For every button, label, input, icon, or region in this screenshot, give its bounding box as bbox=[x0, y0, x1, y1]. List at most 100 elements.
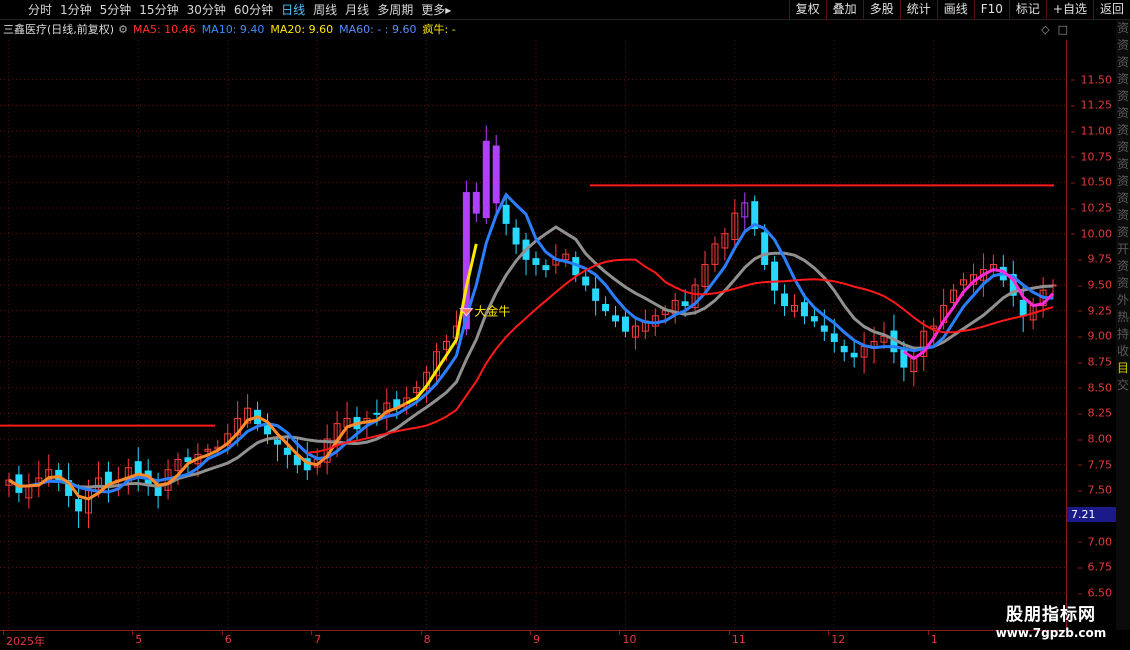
y-tick-label: 9.50 bbox=[1077, 278, 1112, 292]
toolbar-button-6[interactable]: 标记 bbox=[1008, 0, 1046, 20]
candle-body bbox=[482, 140, 490, 219]
candle-body bbox=[781, 293, 789, 307]
side-strip-char: 资 bbox=[1116, 55, 1129, 69]
side-strip-char: 资 bbox=[1116, 157, 1129, 171]
candle-body bbox=[373, 412, 381, 415]
toolbar-button-1[interactable]: 叠加 bbox=[825, 0, 863, 20]
toolbar-button-7[interactable]: +自选 bbox=[1045, 0, 1093, 20]
y-tick-label: 6.50 bbox=[1077, 586, 1112, 600]
candle-body bbox=[681, 301, 689, 307]
y-tick-label: 8.00 bbox=[1077, 432, 1112, 446]
period-tab-8[interactable]: 月线 bbox=[341, 0, 373, 20]
period-tab-10[interactable]: 更多▸ bbox=[417, 0, 455, 20]
site-watermark: 股朋指标网 www.7gpzb.com bbox=[986, 600, 1116, 640]
y-tick-label: 10.50 bbox=[1070, 175, 1112, 189]
candle-body bbox=[532, 258, 540, 265]
side-strip-char: 收 bbox=[1116, 344, 1129, 358]
side-strip-char: 资 bbox=[1116, 140, 1129, 154]
settings-gear-icon[interactable]: ⚙ bbox=[118, 23, 128, 36]
candle-body bbox=[602, 303, 610, 312]
y-tick-label: 9.75 bbox=[1077, 252, 1112, 266]
candle-body bbox=[621, 316, 629, 332]
period-tab-7[interactable]: 周线 bbox=[309, 0, 341, 20]
period-tab-9[interactable]: 多周期 bbox=[373, 0, 417, 20]
x-tick-label: 2025年 bbox=[2, 630, 45, 648]
stock-title[interactable]: 三鑫医疗(日线,前复权) bbox=[0, 21, 114, 37]
watermark-url: www.7gpzb.com bbox=[995, 626, 1107, 640]
window-icon[interactable]: □ bbox=[1058, 23, 1068, 36]
candle-body bbox=[273, 439, 281, 445]
y-tick-label: 9.00 bbox=[1077, 329, 1112, 343]
x-tick-label: 5 bbox=[132, 630, 143, 646]
period-tab-6[interactable]: 日线 bbox=[277, 0, 309, 20]
toolbar-button-3[interactable]: 统计 bbox=[899, 0, 937, 20]
side-strip-char: 热 bbox=[1116, 310, 1129, 324]
indicator-value-3: MA60: - : 9.60 bbox=[339, 22, 417, 36]
candle-body bbox=[1019, 299, 1027, 317]
x-tick-label: 1 bbox=[927, 630, 938, 646]
side-strip-char: 交 bbox=[1116, 378, 1129, 392]
side-strip-char: 外 bbox=[1116, 293, 1129, 307]
y-tick-label: 6.75 bbox=[1077, 560, 1112, 574]
indicator-value-2: MA20: 9.60 bbox=[270, 22, 334, 36]
diamond-icon[interactable]: ◇ bbox=[1041, 23, 1049, 36]
candle-body bbox=[502, 204, 510, 224]
x-tick-label: 8 bbox=[420, 630, 431, 646]
side-strip-char: 持 bbox=[1116, 327, 1129, 341]
price-axis: 6.506.757.007.257.507.758.008.258.508.75… bbox=[1066, 40, 1116, 630]
y-tick-label: 7.75 bbox=[1077, 458, 1112, 472]
x-tick-label: 6 bbox=[221, 630, 232, 646]
side-strip-char: 资 bbox=[1116, 208, 1129, 222]
period-tab-0[interactable]: 分时 bbox=[24, 0, 56, 20]
candle-body bbox=[810, 316, 818, 322]
period-tab-3[interactable]: 15分钟 bbox=[135, 0, 182, 20]
period-tab-4[interactable]: 30分钟 bbox=[183, 0, 230, 20]
period-tabs: 分时 1分钟 5分钟 15分钟 30分钟 60分钟 日线 周线 月线 多周期 更多▸ bbox=[24, 0, 455, 20]
y-tick-label: 7.50 bbox=[1077, 483, 1112, 497]
side-strip-char: 资 bbox=[1116, 123, 1129, 137]
candle-body bbox=[492, 145, 500, 204]
candle-body bbox=[542, 265, 550, 271]
indicator-value-1: MA10: 9.40 bbox=[201, 22, 265, 36]
toolbar-button-8[interactable]: 返回 bbox=[1092, 0, 1130, 20]
toolbar-button-5[interactable]: F10 bbox=[973, 0, 1009, 20]
y-tick-label: 10.25 bbox=[1070, 201, 1112, 215]
indicator-bar: 三鑫医疗(日线,前复权) ⚙ MA5: 10.46 MA10: 9.40 MA20:… bbox=[0, 20, 1130, 38]
y-tick-label: 7.00 bbox=[1077, 535, 1112, 549]
candlestick-chart[interactable]: 大金牛 bbox=[0, 40, 1066, 630]
toolbar-button-2[interactable]: 多股 bbox=[862, 0, 900, 20]
indicator-value-0: MA5: 10.46 bbox=[132, 22, 196, 36]
candle-body bbox=[800, 302, 808, 317]
toolbar-buttons: 复权 叠加 多股 统计 画线 F10 标记 +自选 返回 bbox=[788, 0, 1130, 20]
side-strip-char: 开 bbox=[1116, 242, 1129, 256]
side-info-strip[interactable]: 资资资资资资资资资资资资资开资资外热持收目交 bbox=[1116, 20, 1130, 630]
x-tick-label: 10 bbox=[619, 630, 637, 646]
y-tick-label: 11.00 bbox=[1070, 124, 1112, 138]
period-toolbar: 分时 1分钟 5分钟 15分钟 30分钟 60分钟 日线 周线 月线 多周期 更多▸ 复权 叠加 多股统… bbox=[0, 0, 1130, 20]
y-tick-label: 11.50 bbox=[1070, 73, 1112, 87]
candle-body bbox=[612, 315, 620, 322]
y-tick-label: 9.25 bbox=[1077, 304, 1112, 318]
period-tab-2[interactable]: 5分钟 bbox=[96, 0, 136, 20]
candle-body bbox=[75, 499, 83, 512]
y-tick-label: 10.75 bbox=[1070, 150, 1112, 164]
watermark-title: 股朋指标网 bbox=[1006, 605, 1096, 625]
period-tab-1[interactable]: 1分钟 bbox=[56, 0, 96, 20]
y-tick-label: 8.25 bbox=[1077, 406, 1112, 420]
candle-body bbox=[582, 276, 590, 286]
toolbar-button-4[interactable]: 画线 bbox=[936, 0, 974, 20]
candle-body bbox=[512, 227, 520, 245]
current-price-tag: 7.21 bbox=[1067, 507, 1116, 522]
side-strip-char: 资 bbox=[1116, 89, 1129, 103]
x-tick-label: 7 bbox=[311, 630, 322, 646]
ma-red-line bbox=[307, 258, 1054, 454]
y-tick-label: 8.50 bbox=[1077, 381, 1112, 395]
candle-body bbox=[900, 347, 908, 368]
toolbar-button-0[interactable]: 复权 bbox=[788, 0, 826, 20]
candle-body bbox=[771, 261, 779, 291]
period-tab-5[interactable]: 60分钟 bbox=[230, 0, 277, 20]
y-tick-label: 10.00 bbox=[1070, 227, 1112, 241]
side-strip-char: 资 bbox=[1116, 191, 1129, 205]
candle-body bbox=[840, 345, 848, 353]
y-tick-label: 11.25 bbox=[1070, 98, 1112, 112]
